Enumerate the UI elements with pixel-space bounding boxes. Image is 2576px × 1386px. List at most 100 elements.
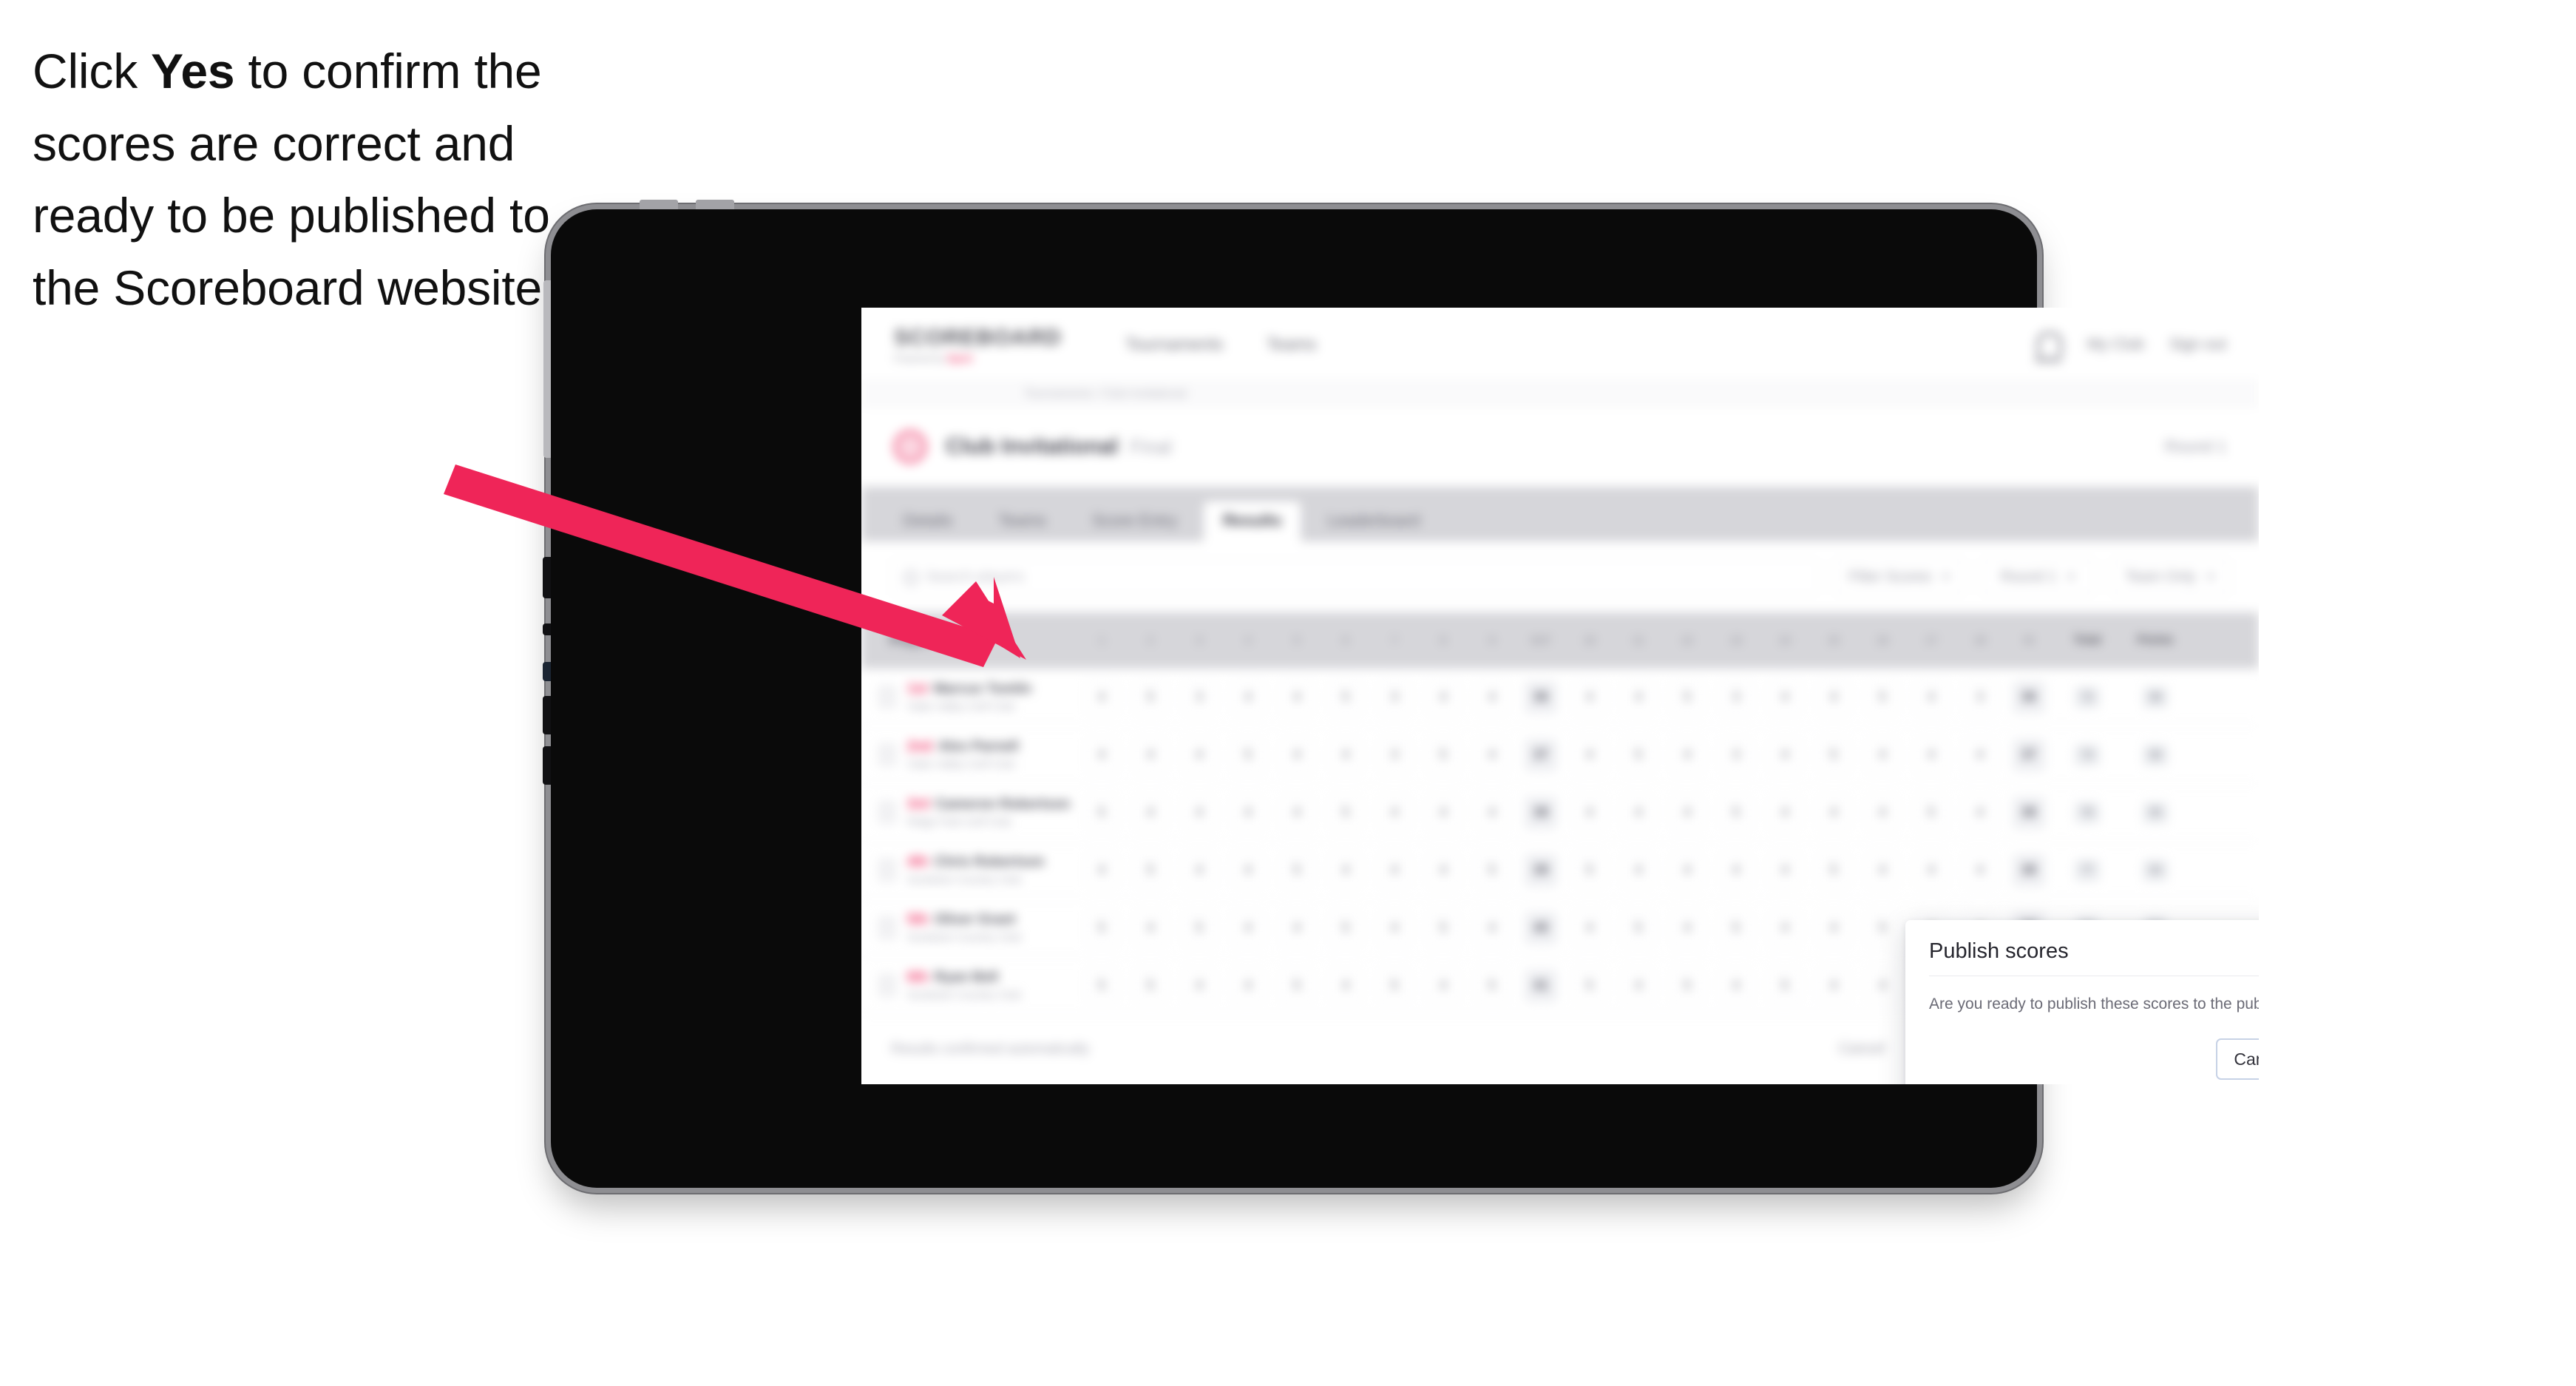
cell-score[interactable]: 5 [1224, 738, 1272, 771]
cell-score[interactable]: 5 [1468, 853, 1516, 887]
cell-score[interactable]: 4 [1175, 853, 1224, 887]
device-side-button-b[interactable] [543, 623, 551, 635]
cell-score[interactable]: 4 [1272, 680, 1321, 714]
cell-score[interactable]: 4 [1224, 911, 1272, 944]
cell-score[interactable]: 4 [1809, 969, 1858, 1002]
cell-score[interactable]: 4 [1956, 738, 2004, 771]
cell-score[interactable]: 37 [1516, 738, 1565, 771]
cell-score[interactable]: 4 [1224, 796, 1272, 829]
cell-score[interactable]: 4 [1272, 911, 1321, 944]
cell-score[interactable]: 4 [1663, 911, 1712, 944]
cell-score[interactable]: 5 [1760, 969, 1809, 1002]
cell-score[interactable]: 5 [1614, 738, 1663, 771]
cell-score[interactable]: 4 [1175, 738, 1224, 771]
cell-score[interactable]: 4 [1370, 911, 1419, 944]
cell-score[interactable]: 4 [1468, 911, 1516, 944]
cancel-button[interactable]: Cancel [2216, 1038, 2259, 1080]
cell-score[interactable]: 4 [1712, 853, 1760, 887]
cell-score[interactable]: 5 [1321, 796, 1370, 829]
cell-score[interactable]: 36 [2004, 680, 2053, 714]
team-only-select[interactable]: Team Only [2111, 559, 2229, 595]
cell-score[interactable]: 4 [1614, 969, 1663, 1002]
tab-leaderboard[interactable]: Leaderboard [1308, 501, 1439, 541]
cell-score[interactable]: 4 [1907, 853, 1956, 887]
cell-score[interactable]: 3 [1712, 680, 1760, 714]
cell-score[interactable]: 4 [1272, 738, 1321, 771]
tab-results[interactable]: Results [1203, 501, 1301, 541]
cell-score[interactable]: 3 [1175, 680, 1224, 714]
cell-score[interactable]: 38 [1516, 796, 1565, 829]
cell-score[interactable]: 38 [2004, 796, 2053, 829]
cell-score[interactable]: 4 [1565, 680, 1614, 714]
cell-score[interactable]: 4 [1224, 969, 1272, 1002]
cell-score[interactable]: 4 [1809, 911, 1858, 944]
table-row[interactable]: 1st Marcus Tomlin Oaks Valley Golf Club 4 5 3… [861, 669, 2259, 726]
nav-item-tournaments[interactable]: Tournaments [1125, 334, 1224, 354]
cell-score[interactable]: 4 [1224, 853, 1272, 887]
cell-score[interactable]: 4 [1907, 680, 1956, 714]
tab-details[interactable]: Details [884, 501, 972, 541]
cell-score[interactable]: 5 [1858, 680, 1907, 714]
cell-score[interactable]: 37 [2004, 738, 2053, 771]
cell-score[interactable]: 4 [1077, 738, 1126, 771]
table-row[interactable]: 2nd Alex Parnell Oaks Valley Golf Club 4 4 4 5… [861, 726, 2259, 784]
cell-score[interactable]: 4 [1370, 853, 1419, 887]
cell-score[interactable]: 5 [1272, 969, 1321, 1002]
brand-logo[interactable]: SCOREBOARD Powered by Sport [894, 325, 1062, 364]
cell-score[interactable]: 5 [1321, 680, 1370, 714]
cell-score[interactable]: 5 [1126, 680, 1175, 714]
drag-handle-icon[interactable] [878, 974, 897, 997]
cell-score[interactable]: 38 [2004, 853, 2053, 887]
cell-score[interactable]: 5 [1077, 796, 1126, 829]
cell-score[interactable]: 5 [1565, 969, 1614, 1002]
cell-score[interactable]: 4 [1858, 796, 1907, 829]
footer-cancel-button[interactable]: Cancel [1820, 1030, 1904, 1069]
cell-score[interactable]: 5 [1370, 969, 1419, 1002]
drag-handle-icon[interactable] [878, 916, 897, 939]
cell-score[interactable]: 36 [1516, 680, 1565, 714]
cell-score[interactable]: 3 [1370, 680, 1419, 714]
cell-score[interactable]: 4 [1858, 969, 1907, 1002]
cell-score[interactable]: 4 [1712, 969, 1760, 1002]
cell-score[interactable]: 4 [1370, 796, 1419, 829]
breadcrumb[interactable]: Tournaments / Club Invitational [1024, 388, 1187, 401]
cell-score[interactable]: 5 [1419, 911, 1468, 944]
account-link[interactable]: My Club [2087, 336, 2144, 354]
cell-score[interactable]: 4 [1663, 796, 1712, 829]
cell-score[interactable]: 5 [1907, 796, 1956, 829]
cell-score[interactable]: 39 [1516, 853, 1565, 887]
cell-score[interactable]: 4 [1175, 796, 1224, 829]
signout-link[interactable]: Sign out [2169, 336, 2226, 354]
drag-handle-icon[interactable] [878, 801, 897, 824]
drag-handle-icon[interactable] [878, 859, 897, 882]
cell-score[interactable]: 4 [1077, 680, 1126, 714]
cell-score[interactable]: 4 [1760, 911, 1809, 944]
cell-score[interactable]: 3 [1370, 738, 1419, 771]
cell-score[interactable]: 4 [1419, 853, 1468, 887]
cell-score[interactable]: 5 [1858, 911, 1907, 944]
drag-handle-icon[interactable] [878, 686, 897, 709]
tab-score-entry[interactable]: Score Entry [1073, 501, 1196, 541]
cell-score[interactable]: 5 [1321, 911, 1370, 944]
cell-score[interactable]: 5 [1175, 911, 1224, 944]
cell-score[interactable]: 4 [1468, 680, 1516, 714]
cell-score[interactable]: 4 [1126, 911, 1175, 944]
cell-score[interactable]: 4 [1858, 738, 1907, 771]
cell-score[interactable]: 5 [1614, 911, 1663, 944]
cell-score[interactable]: 4 [1468, 738, 1516, 771]
table-row[interactable]: 3rd Cameron Robertson Ridge Park Golf Club… [861, 784, 2259, 842]
nav-item-teams[interactable]: Teams [1267, 334, 1317, 354]
cell-score[interactable]: 4 [1760, 796, 1809, 829]
cell-score[interactable]: 4 [1809, 796, 1858, 829]
cell-score[interactable]: 3 [1956, 680, 2004, 714]
cell-score[interactable]: 4 [1126, 796, 1175, 829]
cell-score[interactable]: 4 [1272, 796, 1321, 829]
cell-score[interactable]: 4 [1468, 796, 1516, 829]
cell-score[interactable]: 4 [1809, 680, 1858, 714]
device-side-button-a[interactable] [543, 557, 551, 598]
cell-score[interactable]: 4 [1956, 796, 2004, 829]
round-select[interactable]: Round 1 [1981, 559, 2095, 595]
bell-icon[interactable] [2034, 331, 2062, 362]
volume-down-button[interactable] [696, 200, 734, 209]
cell-score[interactable]: 5 [1565, 853, 1614, 887]
